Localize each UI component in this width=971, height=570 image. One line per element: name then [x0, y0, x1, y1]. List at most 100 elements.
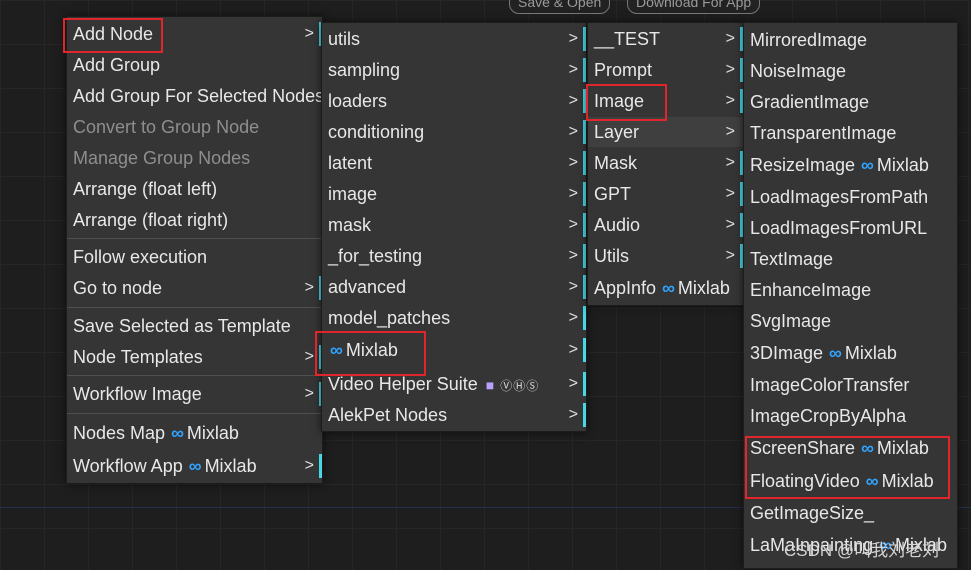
menu-item-transparent-image[interactable]: TransparentImage [744, 118, 957, 148]
menu-item-label: Layer [594, 122, 640, 142]
submenu-arrow-icon: > [568, 341, 578, 358]
menu-item-screenshare[interactable]: ScreenShare ∞ Mixlab [744, 433, 957, 463]
menu-item-node-templates[interactable]: Node Templates > [67, 342, 322, 372]
menu-item-crop-by-alpha[interactable]: ImageCropByAlpha [744, 401, 957, 431]
menu-item-label: NoiseImage [750, 61, 847, 81]
menu-item-appinfo[interactable]: AppInfo ∞ Mixlab [588, 273, 743, 303]
menu-item-arrange-right[interactable]: Arrange (float right) [67, 205, 322, 235]
menu-item-prompt[interactable]: Prompt > [588, 55, 743, 85]
submenu-arrow-icon: > [304, 279, 314, 296]
menu-item-sampling[interactable]: sampling > [322, 55, 586, 85]
menu-item-save-template[interactable]: Save Selected as Template [67, 311, 322, 341]
mixlab-label: Mixlab [204, 456, 257, 476]
vhs-badge: ⓋⒽⓈ [500, 379, 540, 393]
menu-item-3d-image[interactable]: 3DImage ∞ Mixlab [744, 338, 957, 368]
menu-item-layer[interactable]: Layer > [588, 117, 743, 147]
menu-item-loaders[interactable]: loaders > [322, 86, 586, 116]
submenu-arrow-icon: > [725, 92, 735, 109]
add-node-submenu: utils > sampling > loaders > conditionin… [321, 22, 587, 432]
menu-item-nodes-map[interactable]: Nodes Map ∞ Mixlab [67, 418, 322, 448]
menu-item-add-group-selected[interactable]: Add Group For Selected Nodes [67, 81, 324, 111]
mixlab-submenu: __TEST > Prompt > Image > Layer > Mask >… [587, 22, 744, 306]
menu-item-label: LoadImagesFromURL [750, 218, 928, 238]
menu-item-label: FloatingVideo [750, 471, 860, 491]
menu-item-conditioning[interactable]: conditioning > [322, 117, 586, 147]
submenu-arrow-icon: > [568, 375, 578, 392]
menu-item-latent[interactable]: latent > [322, 148, 586, 178]
menu-item-svg-image[interactable]: SvgImage [744, 306, 957, 336]
submenu-indicator [583, 275, 586, 299]
menu-item-label: Manage Group Nodes [73, 148, 251, 168]
menu-item-label: LoadImagesFromPath [750, 187, 929, 207]
menu-item-color-transfer[interactable]: ImageColorTransfer [744, 370, 957, 400]
submenu-indicator [583, 372, 586, 396]
submenu-indicator [583, 120, 586, 144]
menu-item-text-image[interactable]: TextImage [744, 244, 957, 274]
menu-item-load-images-path[interactable]: LoadImagesFromPath [744, 182, 957, 212]
menu-item-alekpet[interactable]: AlekPet Nodes > [322, 400, 586, 430]
menu-item-advanced[interactable]: advanced > [322, 272, 586, 302]
menu-item-for-testing[interactable]: _for_testing > [322, 241, 586, 271]
menu-item-mirrored-image[interactable]: MirroredImage [744, 25, 957, 55]
submenu-indicator [583, 89, 586, 113]
download-app-button[interactable]: Download For App [627, 0, 761, 14]
menu-item-mixlab[interactable]: ∞ Mixlab > [322, 335, 586, 365]
menu-item-image[interactable]: image > [322, 179, 586, 209]
menu-item-label: Add Group [73, 55, 161, 75]
submenu-indicator [583, 213, 586, 237]
menu-item-gpt[interactable]: GPT > [588, 179, 743, 209]
menu-item-label: TextImage [750, 249, 834, 269]
menu-item-label: GetImageSize_ [750, 503, 875, 523]
menu-item-load-images-url[interactable]: LoadImagesFromURL [744, 213, 957, 243]
menu-item-workflow-app[interactable]: Workflow App ∞ Mixlab > [67, 451, 322, 481]
infinity-icon: ∞ [330, 340, 343, 360]
submenu-indicator [583, 338, 586, 362]
menu-item-label: AppInfo [594, 278, 657, 298]
menu-item-utils[interactable]: utils > [322, 24, 586, 54]
menu-item-noise-image[interactable]: NoiseImage [744, 56, 957, 86]
menu-item-mask[interactable]: mask > [322, 210, 586, 240]
menu-item-get-image-size[interactable]: GetImageSize_ [744, 498, 957, 528]
mixlab-label: Mixlab [186, 423, 239, 443]
menu-item-add-group[interactable]: Add Group [67, 50, 322, 80]
menu-item-video-helper[interactable]: Video Helper Suite ■ ⓋⒽⓈ > [322, 369, 586, 399]
submenu-arrow-icon: > [725, 185, 735, 202]
menu-item-gradient-image[interactable]: GradientImage [744, 87, 957, 117]
mixlab-label: Mixlab [881, 471, 934, 491]
camera-icon: ■ [485, 377, 495, 393]
menu-item-floating-video[interactable]: FloatingVideo ∞ Mixlab [744, 466, 957, 496]
menu-item-label: Utils [594, 246, 629, 266]
menu-item-label: Audio [594, 215, 641, 235]
infinity-icon: ∞ [171, 423, 184, 443]
submenu-arrow-icon: > [725, 154, 735, 171]
menu-item-label: Mixlab [345, 340, 398, 360]
menu-item-label: ImageColorTransfer [750, 375, 910, 395]
submenu-arrow-icon: > [568, 406, 578, 423]
menu-item-model-patches[interactable]: model_patches > [322, 303, 586, 333]
menu-item-image[interactable]: Image > [588, 86, 743, 116]
submenu-indicator [583, 58, 586, 82]
menu-item-mask[interactable]: Mask > [588, 148, 743, 178]
menu-item-label: mask [328, 215, 372, 235]
menu-item-label: Arrange (float left) [73, 179, 218, 199]
menu-item-audio[interactable]: Audio > [588, 210, 743, 240]
menu-item-test[interactable]: __TEST > [588, 24, 743, 54]
submenu-arrow-icon: > [568, 185, 578, 202]
menu-item-arrange-left[interactable]: Arrange (float left) [67, 174, 322, 204]
menu-item-resize-image[interactable]: ResizeImage ∞ Mixlab [744, 150, 957, 180]
save-open-button[interactable]: Save & Open [509, 0, 611, 14]
watermark: CSDN @叫我刘老刘 [784, 541, 940, 560]
submenu-arrow-icon: > [725, 30, 735, 47]
infinity-icon: ∞ [861, 438, 874, 458]
menu-item-manage-group: Manage Group Nodes [67, 143, 322, 173]
menu-item-follow-execution[interactable]: Follow execution [67, 242, 322, 272]
menu-item-add-node[interactable]: Add Node > [67, 19, 322, 49]
submenu-indicator [583, 151, 586, 175]
menu-item-go-to-node[interactable]: Go to node > [67, 273, 322, 303]
menu-item-label: image [328, 184, 378, 204]
menu-item-enhance-image[interactable]: EnhanceImage [744, 275, 957, 305]
menu-item-convert-group: Convert to Group Node [67, 112, 322, 142]
menu-item-workflow-image[interactable]: Workflow Image > [67, 379, 322, 409]
infinity-icon: ∞ [865, 471, 879, 491]
menu-item-utils[interactable]: Utils > [588, 241, 743, 271]
